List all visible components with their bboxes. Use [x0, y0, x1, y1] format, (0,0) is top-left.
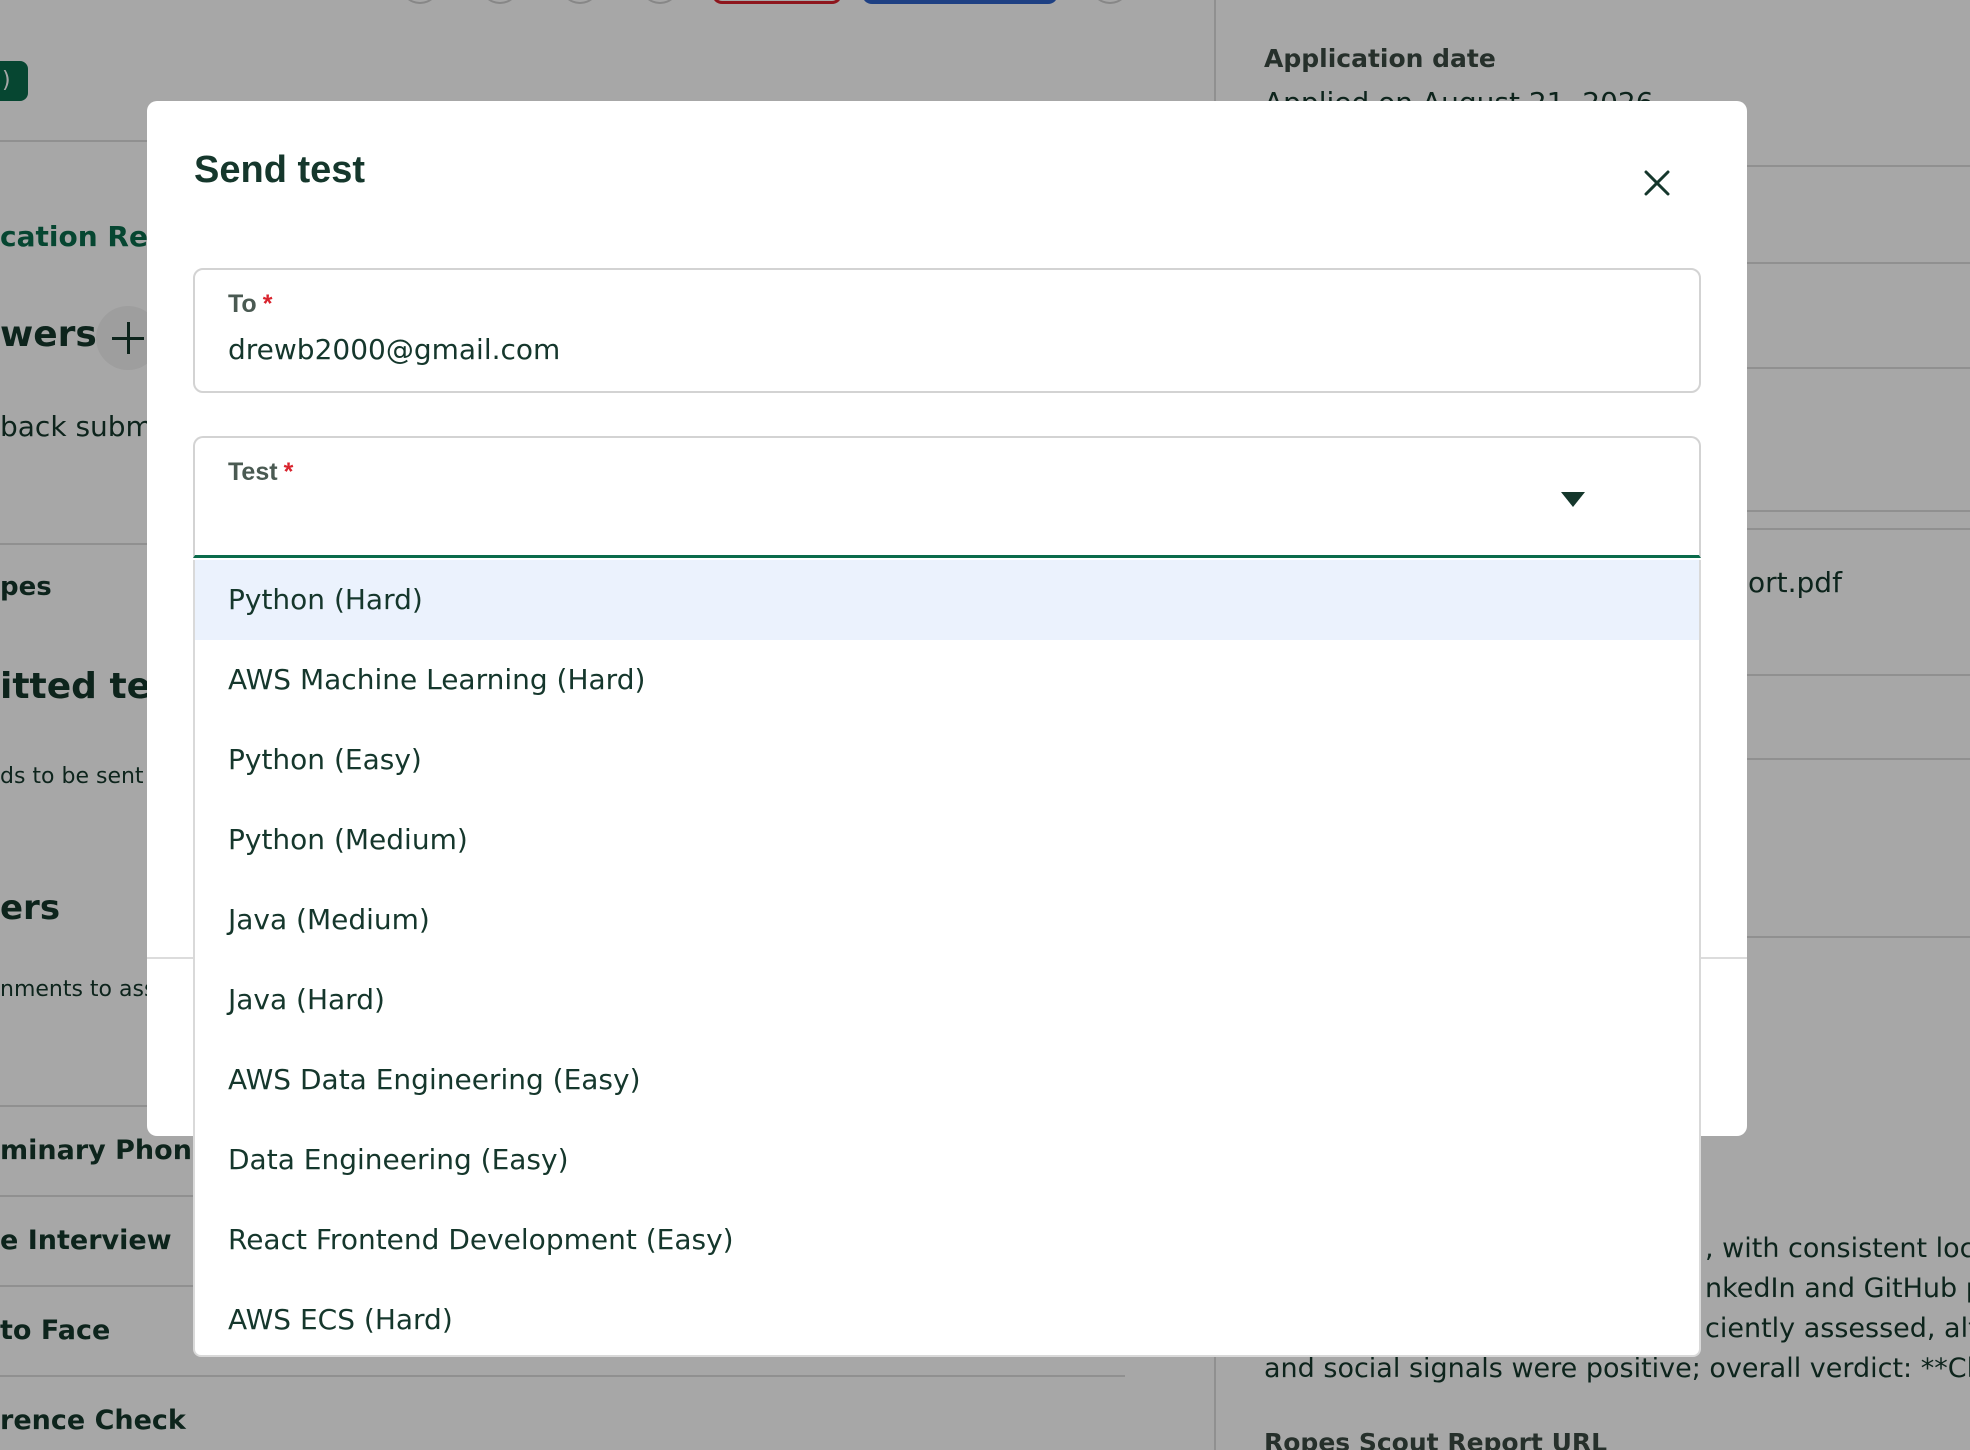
test-option[interactable]: Data Engineering (Easy) — [195, 1120, 1699, 1200]
to-field-label: To * — [228, 290, 273, 318]
test-option[interactable]: AWS Machine Learning (Hard) — [195, 640, 1699, 720]
caret-down-icon[interactable] — [1561, 492, 1585, 507]
test-options-listbox[interactable]: Python (Hard) AWS Machine Learning (Hard… — [193, 560, 1701, 1357]
to-field[interactable]: To * drewb2000@gmail.com — [193, 268, 1701, 393]
required-marker: * — [283, 458, 294, 486]
close-button[interactable] — [1637, 163, 1677, 203]
test-option[interactable]: Java (Medium) — [195, 880, 1699, 960]
test-option[interactable]: Python (Easy) — [195, 720, 1699, 800]
test-option[interactable]: Java (Hard) — [195, 960, 1699, 1040]
test-select-label: Test * — [228, 458, 294, 486]
required-marker: * — [262, 290, 273, 318]
test-option[interactable]: AWS Data Engineering (Easy) — [195, 1040, 1699, 1120]
test-option[interactable]: React Frontend Development (Easy) — [195, 1200, 1699, 1280]
test-select[interactable]: Test * — [193, 436, 1701, 558]
to-field-value[interactable]: drewb2000@gmail.com — [228, 333, 560, 366]
test-option[interactable]: Python (Hard) — [195, 560, 1699, 640]
modal-title: Send test — [194, 149, 366, 191]
test-option[interactable]: Python (Medium) — [195, 800, 1699, 880]
close-icon — [1644, 170, 1670, 196]
test-option[interactable]: AWS ECS (Hard) — [195, 1280, 1699, 1355]
